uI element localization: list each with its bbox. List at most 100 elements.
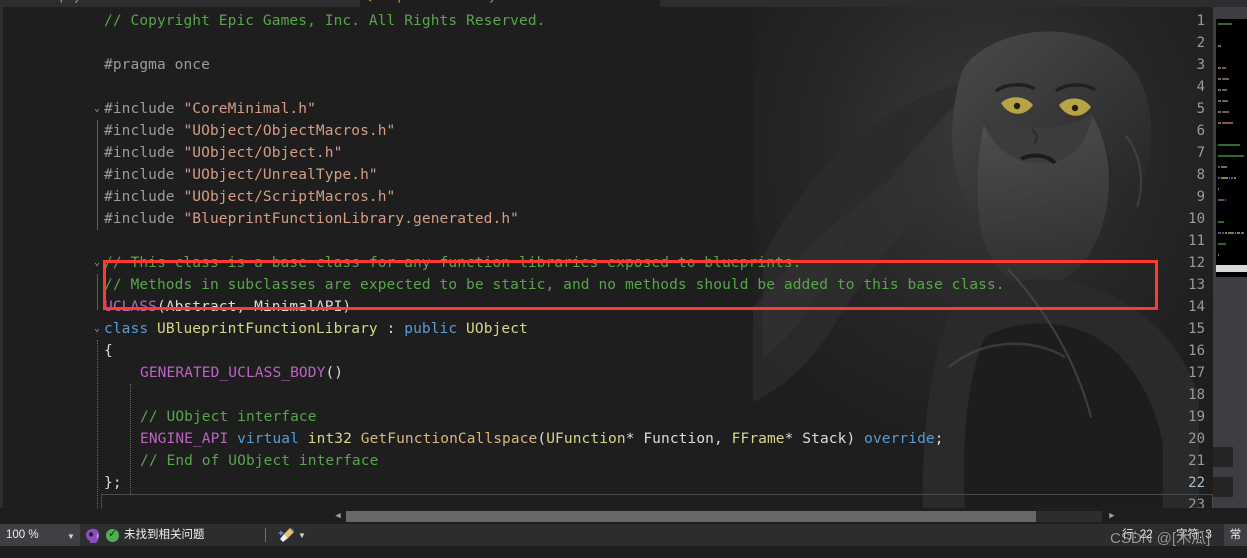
code-line[interactable]: #include "CoreMinimal.h" [104,98,316,120]
minimap-token [1218,221,1224,223]
line-number: 18 [1188,387,1205,403]
minimap-token [1218,254,1219,256]
code-line[interactable]: #include "UObject/ScriptMacros.h" [104,186,395,208]
code-token: "UObject/Object.h" [183,145,343,161]
code-editor[interactable]: 1 // Copyright Epic Games, Inc. All Right… [0,7,1213,508]
line-number: 11 [1188,233,1205,249]
zoom-level-display[interactable]: 100 % [0,524,62,546]
chevron-down-icon-fold[interactable]: ⌄ [92,318,102,340]
code-token: virtual [237,431,308,447]
code-token: ENGINE_API [140,431,238,447]
code-line[interactable]: // UObject interface [140,406,317,428]
minimap-token [1218,243,1226,245]
code-line[interactable]: ENGINE_API virtual int32 GetFunctionCall… [140,428,944,450]
intellisense-head-icon[interactable] [84,527,102,544]
minimap-token [1221,177,1228,179]
code-token: override [864,431,935,447]
code-token: int32 [307,431,361,447]
code-token: : [377,321,405,337]
code-line[interactable]: // End of UObject interface [140,450,378,472]
code-line[interactable]: #include "UObject/ObjectMacros.h" [104,120,395,142]
code-token: ( [537,431,547,447]
chevron-down-icon-cleanup[interactable]: ▼ [298,524,306,546]
code-line[interactable]: { [104,340,113,362]
minimap-token [1234,177,1236,179]
cursor-column-indicator: 字符: 3 [1176,529,1212,541]
tab-label: GameplayStatics.h [30,0,122,3]
code-token: UFunction [546,431,626,447]
code-line[interactable]: // Copyright Epic Games, Inc. All Rights… [104,10,546,32]
minimap-token [1218,232,1221,234]
minimap-token [1222,111,1229,113]
cursor-line-indicator: 行: 22 [1122,529,1153,541]
code-token: // Methods in subclasses are expected to… [104,277,1005,293]
code-token: #include [104,189,184,205]
code-token: FFrame [731,431,785,447]
line-number: 12 [1188,255,1205,271]
line-number: 10 [1188,211,1205,227]
scroll-right-arrow[interactable]: ▶ [1104,508,1120,524]
tab-gameplaystatics[interactable]: ▭GameplayStatics.h [14,0,354,7]
code-token: * Stack) [784,431,865,447]
minimap-scrollbar[interactable] [1213,7,1247,508]
minimap-token [1231,177,1233,179]
code-token: public [404,321,467,337]
minimap-token [1218,199,1224,201]
chevron-down-icon[interactable]: ▼ [62,524,80,546]
tab-blueprintfunctionlibrary[interactable]: ◈BlueprintFunctionLibrary.h [360,0,660,7]
document-icon: ◈ [366,0,376,7]
code-token: // End of UObject interface [140,453,379,469]
editor-tab-strip: ▭GameplayStatics.h ◈BlueprintFunctionLib… [0,0,1247,7]
code-token: #include [104,123,184,139]
code-line[interactable]: UCLASS(Abstract, MinimalAPI) [104,296,351,318]
insert-mode-indicator: 常 [1224,524,1247,546]
document-icon: ▭ [20,0,30,7]
horizontal-scrollbar[interactable]: ◀ ▶ [0,508,1247,524]
code-token: () [325,365,344,381]
minimap-token [1222,89,1227,91]
minimap-token [1229,177,1230,179]
code-line[interactable]: // This class is a base class for any fu… [104,252,802,274]
scroll-left-arrow[interactable]: ◀ [330,508,346,524]
code-line[interactable]: }; [104,472,122,494]
code-token: #include [104,211,184,227]
line-number: 13 [1188,277,1205,293]
code-cleanup-broom-icon[interactable] [278,527,296,544]
minimap-token [1218,111,1221,113]
code-line[interactable]: #include "BlueprintFunctionLibrary.gener… [104,208,519,230]
chevron-down-icon-fold[interactable]: ⌄ [92,252,102,274]
line-number: 1 [1196,13,1205,29]
code-token: "UObject/ObjectMacros.h" [183,123,396,139]
minimap-token [1218,122,1221,124]
line-number: 17 [1188,365,1205,381]
code-token: UObject [466,321,528,337]
code-token: #include [104,145,184,161]
minimap-token [1218,188,1219,190]
code-line[interactable]: // Methods in subclasses are expected to… [104,274,1005,296]
minimap-viewport-indicator[interactable] [1216,265,1247,272]
code-token: "CoreMinimal.h" [183,101,316,117]
code-line[interactable]: class UBlueprintFunctionLibrary : public… [104,318,528,340]
code-text-layer[interactable]: 1 // Copyright Epic Games, Inc. All Right… [0,7,1213,508]
code-line[interactable]: GENERATED_UCLASS_BODY() [140,362,343,384]
code-line[interactable]: #include "UObject/UnrealType.h" [104,164,378,186]
code-token: "BlueprintFunctionLibrary.generated.h" [183,211,519,227]
current-line-highlight [101,494,1213,508]
minimap-token [1218,78,1221,80]
no-issues-check-icon [106,526,119,543]
minimap-token [1218,155,1244,157]
code-token: ; [934,431,944,447]
line-number: 6 [1196,123,1205,139]
minimap-marker-lower-a [1213,447,1233,467]
chevron-down-icon-fold[interactable]: ⌄ [92,98,102,120]
minimap-token [1222,122,1233,124]
line-number: 8 [1196,167,1205,183]
minimap-token [1237,232,1240,234]
code-line[interactable]: #pragma once [104,54,210,76]
minimap-token [1221,166,1227,168]
scrollbar-thumb[interactable] [346,511,1036,522]
code-token: GENERATED_UCLASS_BODY [140,365,326,381]
code-line[interactable]: #include "UObject/Object.h" [104,142,342,164]
line-number: 20 [1188,431,1205,447]
line-number: 16 [1188,343,1205,359]
